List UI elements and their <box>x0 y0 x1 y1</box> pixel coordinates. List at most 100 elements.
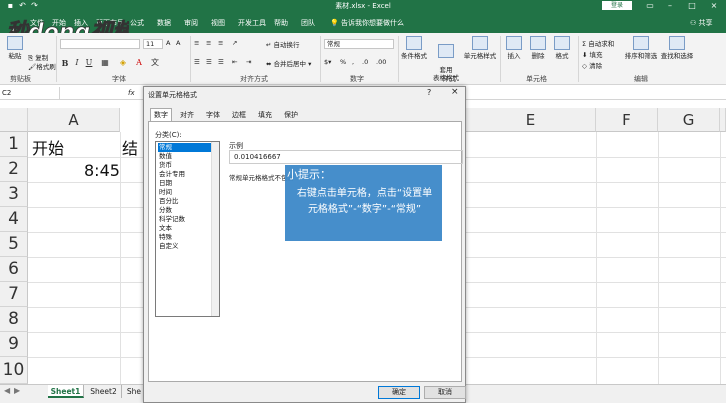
align-left-icon[interactable]: ☰ <box>194 58 200 66</box>
category-accounting[interactable]: 会计专用 <box>158 170 211 179</box>
category-time[interactable]: 时间 <box>158 188 211 197</box>
grow-font-icon[interactable]: A <box>166 39 170 47</box>
wrap-text-button[interactable]: ↵ 自动换行 <box>266 39 300 49</box>
orientation-icon[interactable]: ↗ <box>232 39 237 47</box>
column-header-a[interactable]: A <box>28 108 120 132</box>
autosum-button[interactable]: Σ 自动求和 <box>582 38 614 48</box>
format-painter-button[interactable]: 🖌格式刷 <box>28 61 56 71</box>
row-header-3[interactable]: 3 <box>0 182 28 207</box>
row-header-2[interactable]: 2 <box>0 157 28 182</box>
phonetic-icon[interactable]: 文 <box>150 58 160 68</box>
clear-button[interactable]: ◇ 清除 <box>582 60 602 70</box>
help-icon[interactable]: ? <box>427 88 431 97</box>
row-header-10[interactable]: 10 <box>0 357 28 384</box>
merge-center-button[interactable]: ⬌ 合并后居中 ▾ <box>266 58 311 68</box>
name-box[interactable]: C2 <box>0 87 60 99</box>
tab-team[interactable]: 团队 <box>301 18 315 28</box>
font-size-combo[interactable]: 11 <box>143 39 163 49</box>
font-name-combo[interactable] <box>60 39 140 49</box>
category-scrollbar[interactable] <box>211 142 219 316</box>
maximize-icon[interactable]: □ <box>682 0 702 11</box>
currency-icon[interactable]: $▾ <box>324 58 331 66</box>
decrease-decimal-icon[interactable]: .00 <box>376 58 386 66</box>
align-middle-icon[interactable]: ≡ <box>206 39 211 47</box>
category-scientific[interactable]: 科学记数 <box>158 215 211 224</box>
cell-b1[interactable]: 结 <box>122 135 138 159</box>
close-icon[interactable]: × <box>704 0 724 11</box>
cell-styles-button[interactable]: 单元格样式 <box>462 36 498 60</box>
row-header-5[interactable]: 5 <box>0 232 28 257</box>
conditional-format-label: 条件格式 <box>401 52 427 60</box>
sheet-tab-sheet1[interactable]: Sheet1 <box>48 385 84 398</box>
category-list[interactable]: 常规 数值 货币 会计专用 日期 时间 百分比 分数 科学记数 文本 特殊 自定… <box>155 141 220 317</box>
category-fraction[interactable]: 分数 <box>158 206 211 215</box>
fx-icon[interactable]: fx <box>128 87 135 99</box>
number-format-combo[interactable]: 常规 <box>324 39 394 49</box>
bold-button[interactable]: B <box>60 58 70 68</box>
comma-icon[interactable]: , <box>352 58 354 66</box>
fill-color-icon[interactable]: ◈ <box>118 58 128 68</box>
font-color-icon[interactable]: A <box>134 58 144 68</box>
tab-view[interactable]: 视图 <box>211 18 225 28</box>
italic-button[interactable]: I <box>72 58 82 68</box>
row-header-6[interactable]: 6 <box>0 257 28 282</box>
align-top-icon[interactable]: ≡ <box>194 39 199 47</box>
shrink-font-icon[interactable]: A <box>176 39 180 47</box>
ribbon-display-icon[interactable]: ▭ <box>640 0 660 11</box>
column-header-g[interactable]: G <box>658 108 720 132</box>
category-date[interactable]: 日期 <box>158 179 211 188</box>
insert-cells-button[interactable]: 插入 <box>503 36 525 60</box>
column-header-h[interactable] <box>720 108 726 132</box>
tell-me-search[interactable]: 💡 告诉我你想要做什么 <box>330 18 404 28</box>
category-text[interactable]: 文本 <box>158 224 211 233</box>
find-select-button[interactable]: 查找和选择 <box>660 36 694 60</box>
row-header-9[interactable]: 9 <box>0 332 28 357</box>
category-custom[interactable]: 自定义 <box>158 242 211 251</box>
increase-decimal-icon[interactable]: .0 <box>362 58 368 66</box>
tab-help[interactable]: 帮助 <box>274 18 288 28</box>
column-header-f[interactable]: F <box>596 108 658 132</box>
sort-filter-button[interactable]: 排序和筛选 <box>624 36 658 60</box>
category-currency[interactable]: 货币 <box>158 161 211 170</box>
cell-a2[interactable]: 8:45 <box>84 161 120 180</box>
category-special[interactable]: 特殊 <box>158 233 211 242</box>
cell-a1[interactable]: 开始 <box>32 135 64 159</box>
minimize-icon[interactable]: – <box>660 0 680 11</box>
delete-cells-button[interactable]: 删除 <box>527 36 549 60</box>
paste-button[interactable]: 粘贴 <box>4 36 26 60</box>
tab-number[interactable]: 数字 <box>150 108 172 122</box>
decrease-indent-icon[interactable]: ⇤ <box>232 58 237 66</box>
column-header-e[interactable]: E <box>466 108 596 132</box>
cancel-button[interactable]: 取消 <box>424 386 466 399</box>
row-header-8[interactable]: 8 <box>0 307 28 332</box>
login-button[interactable]: 登录 <box>602 1 632 10</box>
conditional-format-button[interactable]: 条件格式 <box>400 36 428 60</box>
category-percentage[interactable]: 百分比 <box>158 197 211 206</box>
sheet-tab-sheet2[interactable]: Sheet2 <box>86 385 122 398</box>
row-header-1[interactable]: 1 <box>0 132 28 157</box>
sheet-tab-sheet3[interactable]: She <box>124 385 144 398</box>
tab-review[interactable]: 审阅 <box>184 18 198 28</box>
format-cells-button[interactable]: 格式 <box>551 36 573 60</box>
align-center-icon[interactable]: ☰ <box>206 58 212 66</box>
dialog-close-icon[interactable]: × <box>451 87 459 97</box>
scroll-left-icon[interactable]: ◀ <box>4 386 10 395</box>
percent-icon[interactable]: % <box>340 58 346 66</box>
border-icon[interactable]: ▦ <box>100 58 110 68</box>
share-button[interactable]: ⚇ 共享 <box>690 18 713 28</box>
tab-developer[interactable]: 开发工具 <box>238 18 266 28</box>
align-bottom-icon[interactable]: ≡ <box>218 39 223 47</box>
increase-indent-icon[interactable]: ⇥ <box>246 58 251 66</box>
scroll-right-icon[interactable]: ▶ <box>14 386 20 395</box>
row-header-7[interactable]: 7 <box>0 282 28 307</box>
row-header-4[interactable]: 4 <box>0 207 28 232</box>
ok-button[interactable]: 确定 <box>378 386 420 399</box>
fill-button[interactable]: ⬇ 填充 <box>582 49 603 59</box>
align-right-icon[interactable]: ☰ <box>218 58 224 66</box>
tab-formulas[interactable]: 公式 <box>130 18 144 28</box>
tab-data[interactable]: 数据 <box>157 18 171 28</box>
select-all-corner[interactable] <box>0 108 28 132</box>
category-number[interactable]: 数值 <box>158 152 211 161</box>
category-general[interactable]: 常规 <box>158 143 211 152</box>
underline-button[interactable]: U <box>84 58 94 68</box>
